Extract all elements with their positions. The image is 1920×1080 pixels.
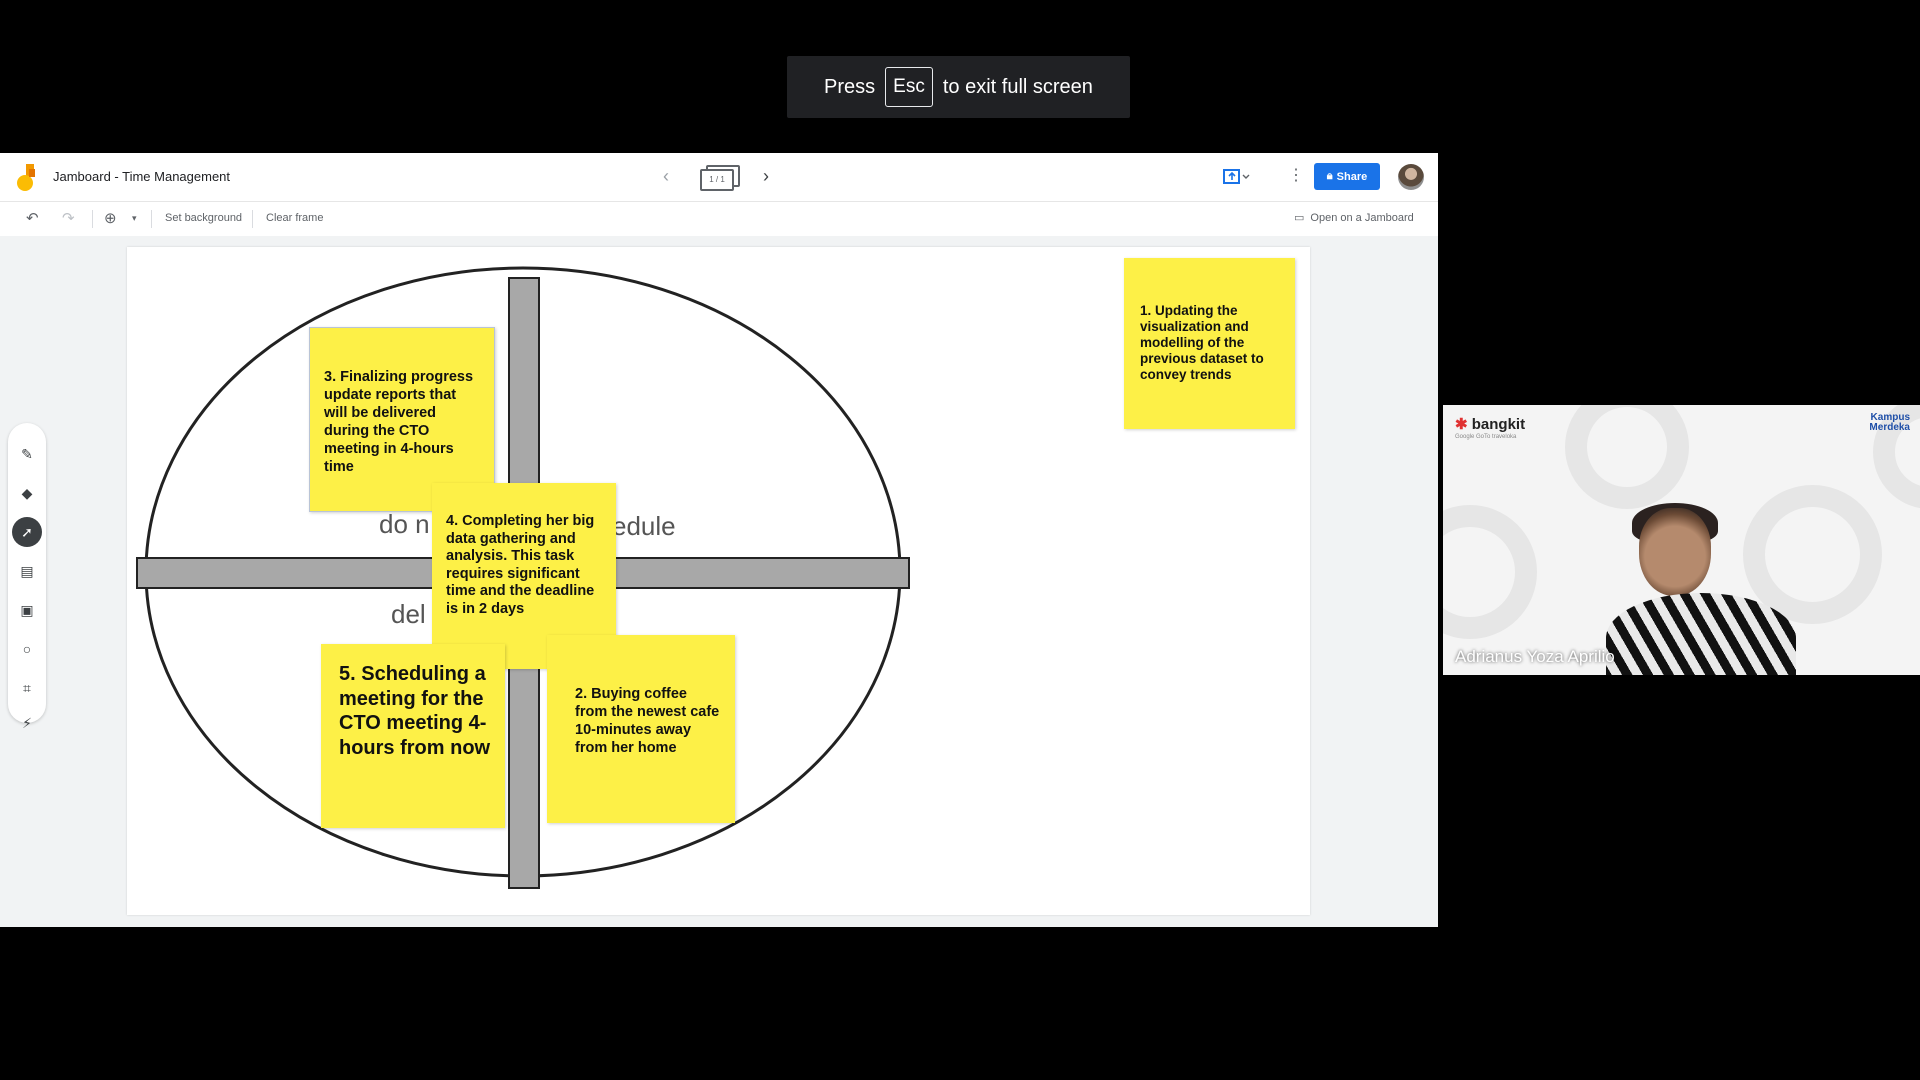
esc-key-label: Esc bbox=[885, 67, 933, 107]
quadrant-label-schedule: edule bbox=[612, 511, 676, 541]
background-ring bbox=[1565, 405, 1689, 509]
banner-press-text: Press bbox=[824, 75, 876, 98]
document-title[interactable]: Jamboard - Time Management bbox=[53, 169, 230, 184]
sticky-note-1[interactable]: 1. Updating the visualization and modell… bbox=[1124, 258, 1295, 429]
circle-icon[interactable]: ○ bbox=[17, 639, 37, 659]
jam-canvas[interactable]: do n edule del 3. Finalizing progress up… bbox=[127, 247, 1310, 915]
participant-video-feed bbox=[1606, 503, 1796, 675]
fullscreen-exit-banner: Press Esc to exit full screen bbox=[787, 56, 1130, 118]
text-box-icon[interactable]: ⌗ bbox=[17, 678, 37, 698]
kampus-merdeka-logo: Kampus Merdeka bbox=[1869, 412, 1910, 433]
zoom-dropdown-icon[interactable]: ▾ bbox=[132, 213, 137, 224]
lock-icon: 🔒︎ bbox=[1326, 170, 1333, 182]
pen-icon[interactable]: ✎ bbox=[17, 444, 37, 464]
toolbar-divider bbox=[252, 210, 253, 228]
participant-name: Adrianus Yoza Aprilio bbox=[1455, 647, 1615, 666]
redo-icon[interactable]: ↷ bbox=[62, 209, 75, 227]
banner-rest-text: to exit full screen bbox=[942, 75, 1093, 98]
quadrant-label-delegate: del bbox=[391, 599, 426, 629]
zoom-icon[interactable]: ⊕ bbox=[104, 209, 117, 227]
undo-icon[interactable]: ↶ bbox=[26, 209, 39, 227]
toolbar-divider bbox=[151, 210, 152, 228]
toolbar-divider bbox=[92, 210, 93, 228]
present-icon[interactable] bbox=[1222, 167, 1250, 187]
select-icon[interactable]: ➚ bbox=[12, 517, 42, 547]
edit-toolbar: ↶ ↷ ⊕ ▾ Set background Clear frame ▭ Ope… bbox=[0, 202, 1438, 236]
frame-bar-toggle[interactable]: 1 / 1 bbox=[700, 165, 740, 191]
jamboard-topbar: Jamboard - Time Management ‹ 1 / 1 › ⋮ 🔒… bbox=[0, 153, 1438, 202]
share-label: Share bbox=[1336, 170, 1368, 183]
prev-frame-button[interactable]: ‹ bbox=[663, 166, 669, 187]
account-avatar[interactable] bbox=[1398, 164, 1424, 190]
laser-icon[interactable]: ⚡︎ bbox=[17, 713, 37, 733]
monitor-icon: ▭ bbox=[1294, 212, 1305, 224]
bangkit-partners: Google GoTo traveloka bbox=[1455, 434, 1517, 440]
eraser-icon[interactable]: ◆ bbox=[17, 483, 37, 503]
share-button[interactable]: 🔒︎ Share bbox=[1314, 163, 1380, 190]
more-options-icon[interactable]: ⋮ bbox=[1288, 165, 1304, 185]
set-background-button[interactable]: Set background bbox=[165, 212, 242, 224]
bangkit-logo: ✱ bangkit bbox=[1455, 416, 1526, 433]
open-on-jamboard-button[interactable]: ▭ Open on a Jamboard bbox=[1294, 211, 1414, 225]
participant-video-tile[interactable]: ✱ bangkit Google GoTo traveloka Kampus M… bbox=[1443, 405, 1920, 675]
clear-frame-button[interactable]: Clear frame bbox=[266, 212, 323, 224]
quadrant-label-do-now: do n bbox=[379, 509, 430, 539]
image-icon[interactable]: ▣ bbox=[17, 600, 37, 620]
background-ring bbox=[1443, 505, 1537, 639]
next-frame-button[interactable]: › bbox=[763, 166, 769, 187]
jamboard-logo-icon bbox=[17, 164, 35, 191]
frame-indicator-label: 1 / 1 bbox=[700, 169, 734, 191]
sticky-note-5[interactable]: 5. Scheduling a meeting for the CTO meet… bbox=[321, 644, 505, 828]
drawing-toolbar: ✎ ◆ ➚ ▤ ▣ ○ ⌗ ⚡︎ bbox=[8, 423, 46, 731]
sticky-note-icon[interactable]: ▤ bbox=[17, 561, 37, 581]
open-on-jamboard-label: Open on a Jamboard bbox=[1310, 211, 1414, 224]
sticky-note-2[interactable]: 2. Buying coffee from the newest cafe 10… bbox=[547, 635, 735, 823]
jamboard-window: Jamboard - Time Management ‹ 1 / 1 › ⋮ 🔒… bbox=[0, 153, 1438, 927]
